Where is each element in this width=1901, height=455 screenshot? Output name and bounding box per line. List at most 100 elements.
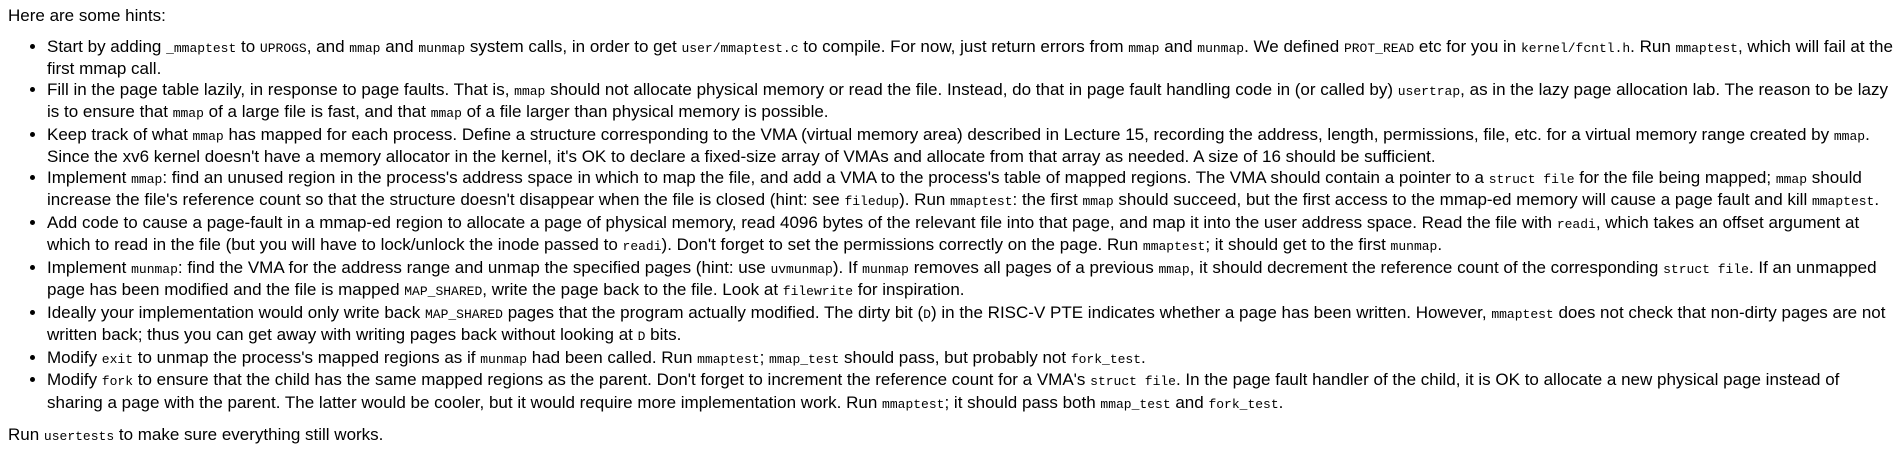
inline-code: struct file	[1488, 171, 1575, 187]
text-run: .	[1278, 392, 1284, 412]
inline-code: munmap	[1197, 40, 1245, 56]
text-run: and	[1159, 36, 1198, 56]
footer-text: Run usertests to make sure everything st…	[8, 425, 1893, 448]
text-run: and	[380, 36, 419, 56]
text-run: ). Run	[899, 190, 951, 209]
inline-code: MAP_SHARED	[404, 284, 483, 299]
text-run: Fill in the page table lazily, in respon…	[47, 79, 515, 99]
text-run: Implement	[47, 257, 132, 277]
inline-code: mmap	[349, 40, 381, 56]
inline-code: munmap	[480, 351, 528, 367]
hint-item: Modify fork to ensure that the child has…	[47, 370, 1893, 415]
hint-item: Implement munmap : find the VMA for the a…	[47, 258, 1893, 303]
text-run: to compile. For now, just return errors …	[798, 36, 1129, 56]
text-run: to unmap the process's mapped regions as…	[133, 347, 481, 367]
text-run: of a file larger than physical memory is…	[461, 102, 829, 121]
text-run: . Run	[1630, 36, 1676, 56]
text-run: of a large file is fast, and that	[203, 102, 431, 121]
inline-code: D	[923, 306, 931, 322]
text-run: Add code to cause a page-fault in a mmap…	[47, 212, 1557, 232]
text-run: system calls, in order to get	[465, 36, 682, 56]
hint-item: Ideally your implementation would only w…	[47, 303, 1893, 348]
text-run: : find an unused region in the process's…	[162, 167, 1489, 187]
inline-code: mmap	[1775, 171, 1808, 187]
inline-code: mmaptest	[697, 351, 760, 367]
inline-code: usertrap	[1397, 83, 1461, 99]
inline-code: mmap	[131, 171, 163, 187]
inline-code: mmap	[192, 128, 224, 144]
hint-item: Keep track of what mmap has mapped for e…	[47, 125, 1893, 168]
text-run: ). Don't forget to set the permissions c…	[661, 235, 1143, 254]
inline-code: munmap	[418, 40, 466, 56]
text-run: had been called. Run	[527, 347, 698, 367]
inline-code: PROT_READ	[1343, 40, 1415, 56]
inline-code: mmap	[1128, 40, 1160, 56]
inline-code: fork_test	[1070, 351, 1142, 367]
text-run: Ideally your implementation would only w…	[47, 302, 425, 322]
inline-code: kernel/fcntl.h	[1520, 40, 1631, 56]
text-run: .	[1141, 347, 1146, 367]
text-run: Implement	[47, 167, 132, 187]
text-run: , it should decrement the reference coun…	[1189, 257, 1664, 277]
text-run: Keep track of what	[47, 124, 193, 144]
text-run: ; it should get to the first	[1205, 235, 1391, 254]
inline-code: mmap	[172, 106, 204, 121]
text-run: should pass, but probably not	[839, 347, 1071, 367]
text-run: removes all pages of a previous	[908, 257, 1159, 277]
hint-item: Add code to cause a page-fault in a mmap…	[47, 213, 1893, 258]
inline-code: mmaptest	[1142, 239, 1206, 254]
text-run: to	[236, 36, 260, 56]
inline-code: munmap	[1390, 239, 1438, 254]
inline-code: MAP_SHARED	[424, 306, 503, 322]
hint-item: Fill in the page table lazily, in respon…	[47, 80, 1893, 125]
hint-item: Modify exit to unmap the process's mappe…	[47, 348, 1893, 371]
text-run: . We defined	[1244, 36, 1344, 56]
inline-code: UPROGS	[259, 40, 307, 56]
text-run: .	[1874, 190, 1880, 209]
inline-code: mmap	[1082, 194, 1114, 209]
text-run: for inspiration.	[853, 280, 965, 299]
inline-code: mmaptest	[1811, 194, 1875, 209]
text-run: : find the VMA for the address range and…	[177, 257, 771, 277]
inline-code: usertests	[43, 429, 115, 444]
text-run: should succeed, but the first access to …	[1113, 190, 1812, 209]
inline-code: mmap	[1158, 261, 1190, 277]
inline-code: readi	[1556, 216, 1596, 232]
inline-code: user/mmaptest.c	[681, 40, 799, 56]
text-run: .	[1437, 235, 1443, 254]
document: Here are some hints: Start by adding _mm…	[0, 0, 1901, 448]
text-run: : the first	[1012, 190, 1083, 209]
text-run: , and	[306, 36, 350, 56]
inline-code: exit	[101, 351, 134, 367]
text-run: ;	[759, 347, 770, 367]
inline-code: mmap	[1833, 128, 1866, 144]
inline-code: munmap	[862, 261, 909, 277]
inline-code: mmap_test	[1100, 396, 1171, 412]
text-run: to make sure everything still works.	[114, 425, 384, 444]
hint-list: Start by adding _mmaptest to UPROGS, and…	[8, 37, 1893, 416]
inline-code: mmaptest	[1491, 306, 1554, 322]
inline-code: struct file	[1090, 374, 1176, 389]
inline-code: uvmunmap	[770, 261, 833, 277]
inline-code: fork_test	[1208, 396, 1279, 412]
text-run: etc for you in	[1414, 36, 1521, 56]
text-run: Run	[8, 425, 44, 444]
text-run: should not allocate physical memory or r…	[545, 79, 1398, 99]
inline-code: readi	[622, 239, 662, 254]
text-run: for the file being mapped;	[1574, 167, 1776, 187]
text-run: ; it should pass both	[944, 392, 1101, 412]
text-run: and	[1170, 392, 1209, 412]
hint-item: Start by adding _mmaptest to UPROGS, and…	[47, 37, 1893, 80]
text-run: to ensure that the child has the same ma…	[133, 370, 1091, 389]
inline-code: mmap	[430, 106, 462, 121]
intro-text: Here are some hints:	[8, 6, 166, 25]
inline-code: fork	[101, 374, 134, 389]
text-run: has mapped for each process. Define a st…	[223, 124, 1834, 144]
inline-code: filewrite	[782, 284, 853, 299]
inline-code: _mmaptest	[166, 40, 237, 56]
text-run: ) in the RISC-V PTE indicates whether a …	[930, 302, 1492, 322]
text-run: Modify	[47, 347, 102, 367]
text-run: bits.	[645, 325, 682, 344]
inline-code: mmap	[514, 83, 546, 99]
inline-code: mmaptest	[1675, 40, 1738, 56]
